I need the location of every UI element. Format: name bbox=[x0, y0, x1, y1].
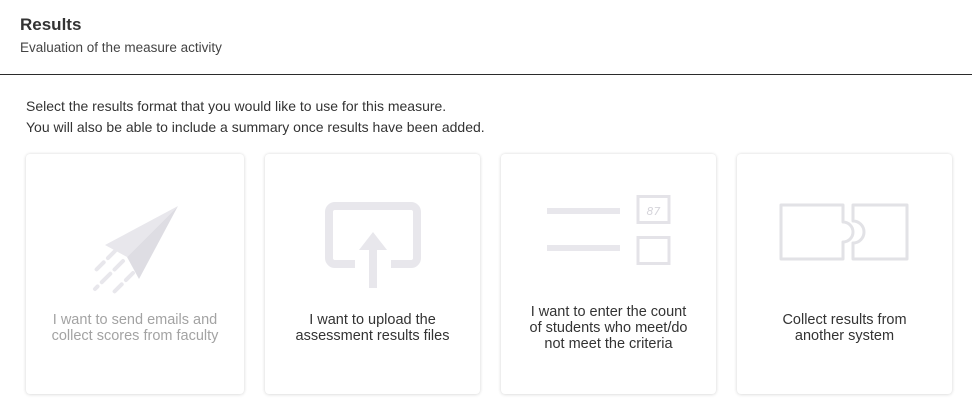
upload-files-option-card[interactable]: I want to upload the assessment results … bbox=[265, 154, 480, 394]
enter-count-option-label: I want to enter the count of students wh… bbox=[529, 304, 688, 352]
upload-icon bbox=[265, 154, 480, 288]
external-system-option-label: Collect results from another system bbox=[782, 312, 907, 344]
count-value-text: 87 bbox=[647, 205, 661, 218]
send-emails-option-card[interactable]: I want to send emails and collect scores… bbox=[26, 154, 244, 394]
page-title: Results bbox=[20, 15, 82, 34]
count-entry-icon: 87 bbox=[501, 154, 716, 284]
instructions-line-2: You will also be able to include a summa… bbox=[26, 119, 485, 135]
upload-files-option-label: I want to upload the assessment results … bbox=[295, 312, 450, 344]
puzzle-icon bbox=[737, 154, 952, 284]
page-subtitle: Evaluation of the measure activity bbox=[20, 40, 222, 55]
send-emails-option-label: I want to send emails and collect scores… bbox=[51, 312, 219, 344]
instructions: Select the results format that you would… bbox=[26, 96, 485, 138]
enter-count-option-card[interactable]: 87 I want to enter the count of students… bbox=[501, 154, 716, 394]
external-system-option-card[interactable]: Collect results from another system bbox=[737, 154, 952, 394]
instructions-line-1: Select the results format that you would… bbox=[26, 98, 447, 114]
paper-plane-icon bbox=[26, 154, 244, 295]
page-header: Results Evaluation of the measure activi… bbox=[0, 0, 972, 75]
